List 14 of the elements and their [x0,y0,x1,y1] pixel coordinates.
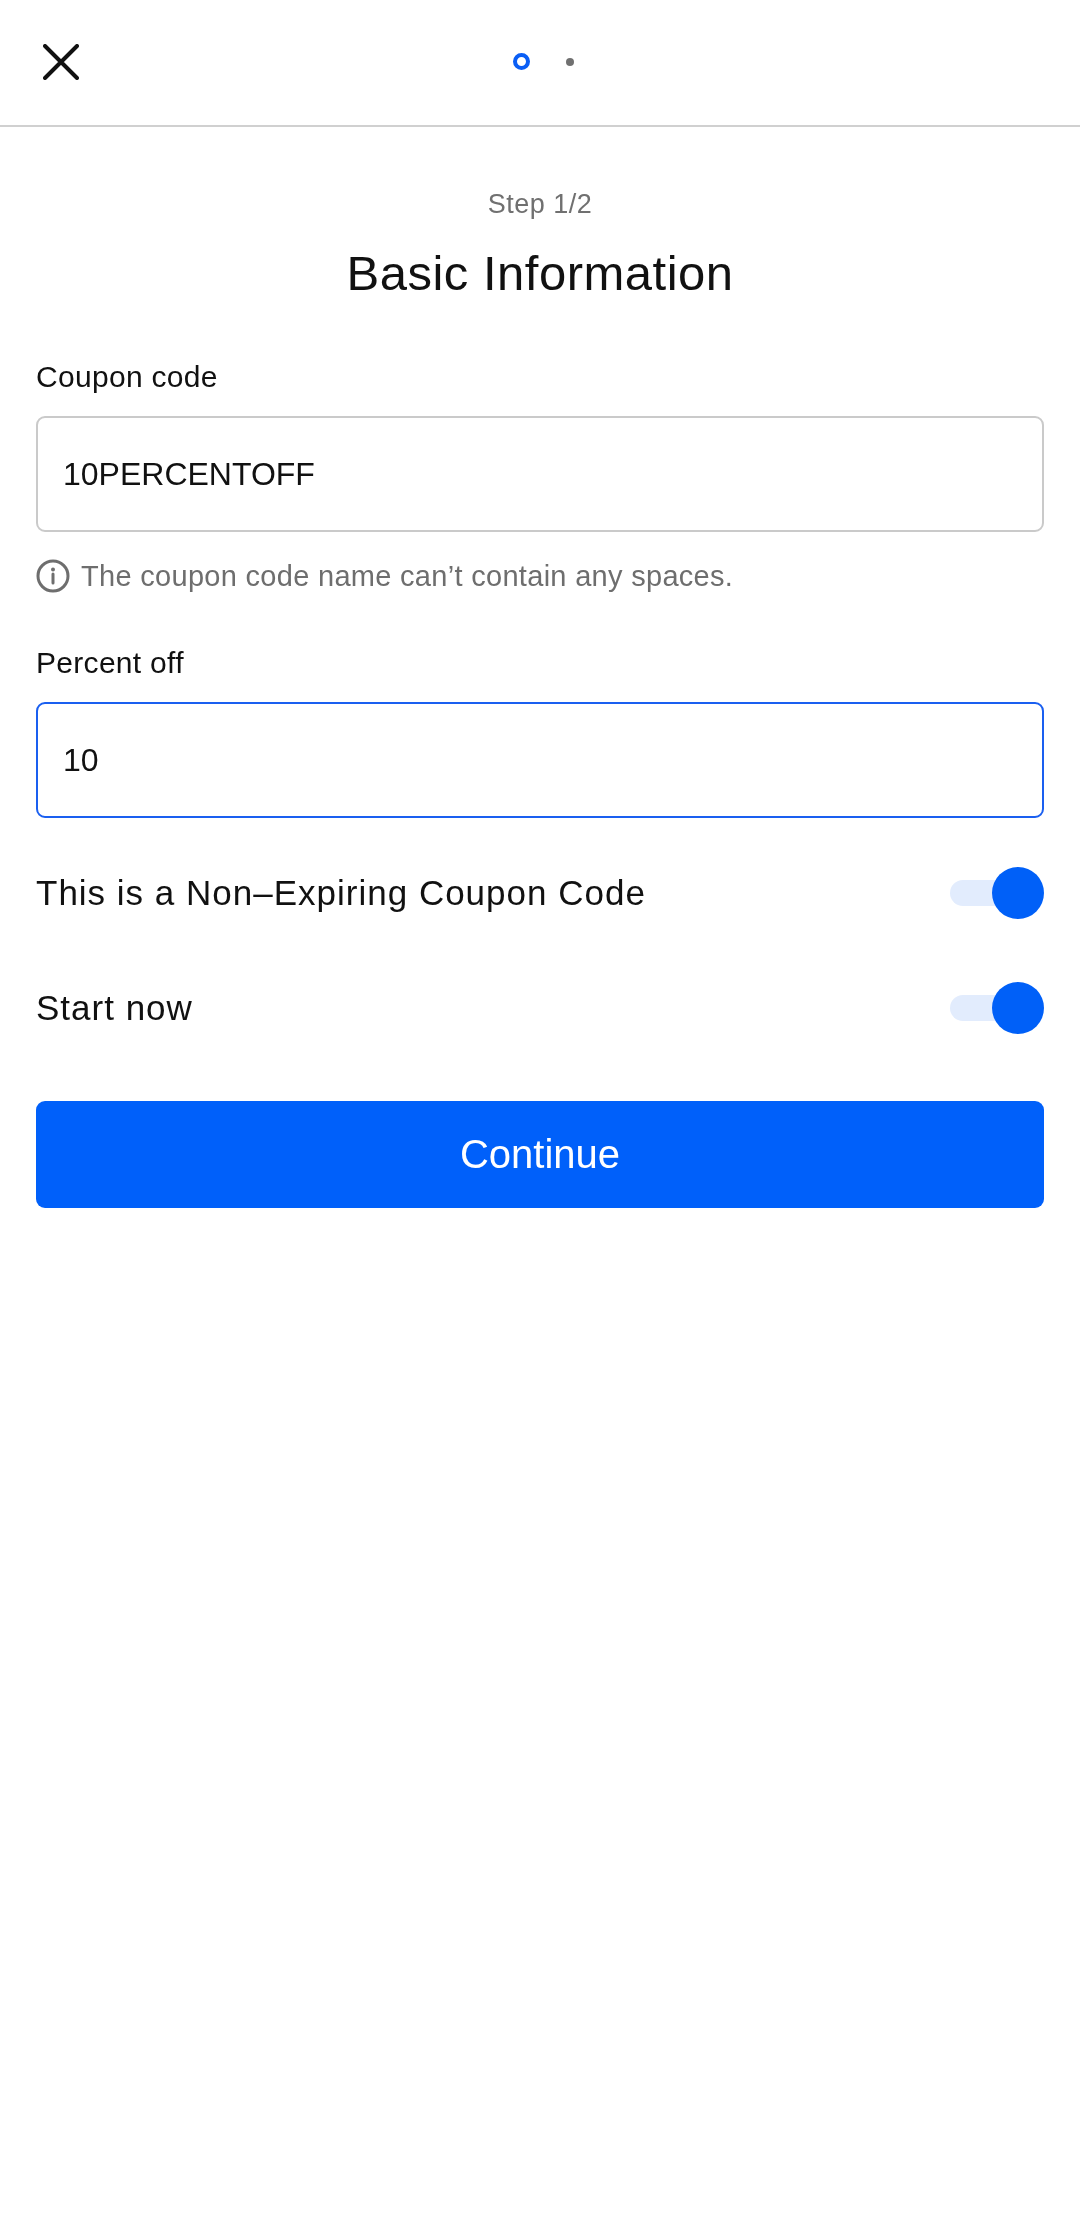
toggle-label: This is a Non–Expiring Coupon Code [36,872,646,914]
close-icon[interactable] [43,43,79,80]
page-title: Basic Information [346,245,734,302]
text-input-field[interactable]: 10 [36,702,1044,818]
text-input-field[interactable]: 10PERCENTOFF [36,416,1044,532]
step-indicator: Step 1/2 [487,188,593,220]
hint-text: The coupon code name can’t contain any spaces. [81,559,734,594]
info-icon [36,559,70,593]
continue-button[interactable]: Continue [36,1101,1044,1208]
toggle-label: Start now [36,987,193,1029]
toggle-switch[interactable] [950,867,1044,919]
field-label: Percent off [36,645,184,681]
field-label: Coupon code [36,359,218,395]
toggle-switch[interactable] [950,982,1044,1034]
